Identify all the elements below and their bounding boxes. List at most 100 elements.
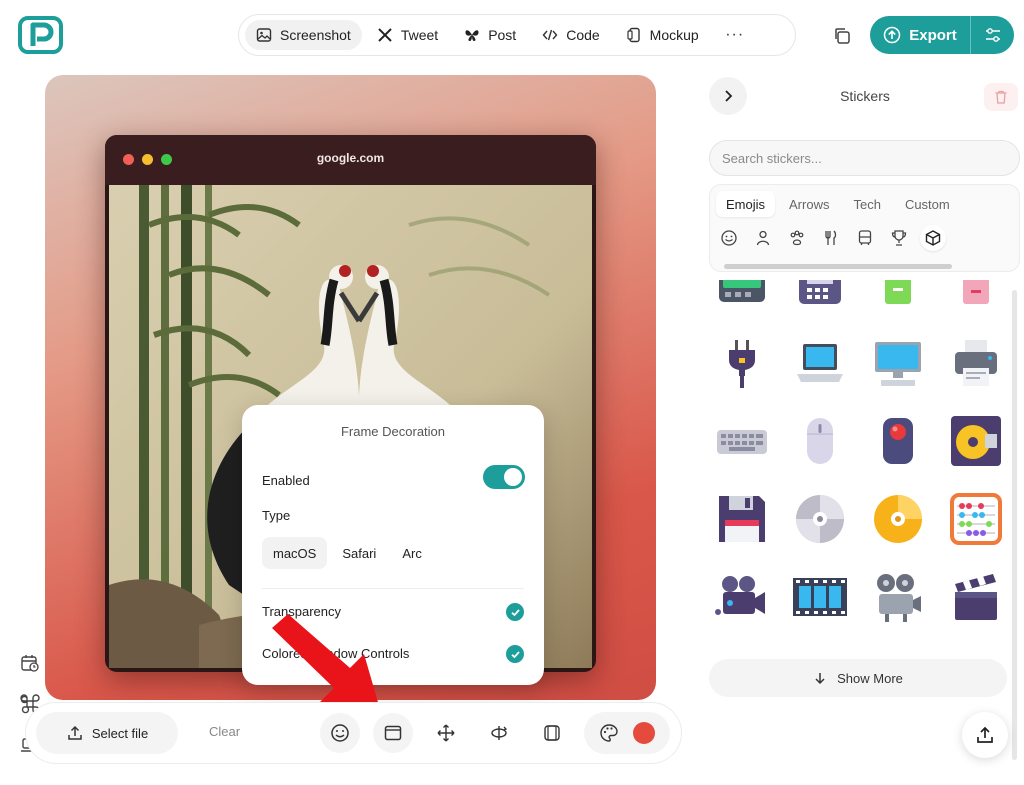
clear-button[interactable]: Clear xyxy=(209,724,240,739)
smiley-icon xyxy=(331,724,349,742)
tab-post-label: Post xyxy=(488,27,517,43)
delete-button[interactable] xyxy=(984,83,1018,111)
smiley-icon xyxy=(721,230,737,246)
frame-tool-button[interactable] xyxy=(373,713,413,753)
export-settings-button[interactable] xyxy=(970,16,1014,54)
category-scrollbar[interactable] xyxy=(724,264,952,269)
abacus-icon[interactable] xyxy=(949,492,1003,546)
calendar-clock-icon[interactable] xyxy=(20,653,40,673)
more-menu-button[interactable]: ··· xyxy=(720,20,750,50)
type-arc-option[interactable]: Arc xyxy=(391,537,433,569)
emoji-group-animals[interactable] xyxy=(784,225,810,251)
type-safari-option[interactable]: Safari xyxy=(331,537,387,569)
film-projector-icon[interactable] xyxy=(871,570,925,624)
battery-green-icon[interactable] xyxy=(871,280,925,312)
rotate-tool-button[interactable] xyxy=(479,713,519,753)
tab-mockup-label: Mockup xyxy=(649,27,699,43)
minidisc-icon[interactable] xyxy=(949,414,1003,468)
floppy-disk-icon[interactable] xyxy=(715,492,769,546)
show-more-label: Show More xyxy=(837,670,903,686)
battery-pink-icon[interactable] xyxy=(949,280,1003,312)
cube-icon xyxy=(925,230,941,246)
computer-mouse-icon[interactable] xyxy=(793,414,847,468)
transparency-checkbox[interactable] xyxy=(506,603,524,621)
popup-title: Frame Decoration xyxy=(340,424,446,439)
collapse-panel-button[interactable] xyxy=(709,77,747,115)
emoji-group-icons xyxy=(716,225,946,251)
tab-emojis[interactable]: Emojis xyxy=(716,191,776,217)
trackball-icon[interactable] xyxy=(871,414,925,468)
fax-machine-icon[interactable] xyxy=(793,280,847,312)
app-logo xyxy=(18,16,63,54)
check-icon xyxy=(510,650,520,658)
optical-disc-icon[interactable] xyxy=(793,492,847,546)
color-swatch[interactable] xyxy=(633,722,655,744)
utensils-icon xyxy=(825,230,837,245)
trash-icon xyxy=(995,90,1007,104)
upload-icon xyxy=(68,725,82,740)
tab-mockup[interactable]: Mockup xyxy=(615,20,710,50)
trophy-icon xyxy=(891,230,907,246)
emoji-group-activities[interactable] xyxy=(886,225,912,251)
upload-circle-icon xyxy=(883,26,901,44)
sticker-categories: Emojis Arrows Tech Custom xyxy=(709,184,1020,272)
copy-button[interactable] xyxy=(828,22,856,50)
keyboard-icon[interactable] xyxy=(715,414,769,468)
mode-tabs: Screenshot Tweet Post Code Mockup ··· xyxy=(238,14,796,56)
tab-post[interactable]: Post xyxy=(453,20,527,50)
frame-icon xyxy=(384,725,402,741)
check-icon xyxy=(510,608,520,616)
tab-tweet[interactable]: Tweet xyxy=(366,20,449,50)
3d-box-icon xyxy=(544,725,560,741)
movie-camera-icon[interactable] xyxy=(715,570,769,624)
category-tabs: Emojis Arrows Tech Custom xyxy=(716,191,960,217)
paw-icon xyxy=(790,230,804,246)
type-macos-option[interactable]: macOS xyxy=(262,537,328,569)
printer-icon[interactable] xyxy=(949,336,1003,390)
dvd-icon[interactable] xyxy=(871,492,925,546)
emoji-group-objects[interactable] xyxy=(920,225,946,251)
tab-screenshot[interactable]: Screenshot xyxy=(245,20,362,50)
clapper-board-icon[interactable] xyxy=(949,570,1003,624)
tab-custom[interactable]: Custom xyxy=(895,191,960,217)
tab-code[interactable]: Code xyxy=(531,20,610,50)
colored-controls-checkbox[interactable] xyxy=(506,645,524,663)
person-icon xyxy=(756,230,770,246)
upload-sticker-button[interactable] xyxy=(962,712,1008,758)
sticker-search-input[interactable] xyxy=(709,140,1020,176)
palette-icon xyxy=(600,724,618,742)
sticker-grid xyxy=(709,280,1009,652)
export-button[interactable]: Export xyxy=(870,16,970,54)
panel-title: Stickers xyxy=(840,88,890,104)
emoji-group-people[interactable] xyxy=(750,225,776,251)
select-file-button[interactable]: Select file xyxy=(36,712,178,754)
export-label: Export xyxy=(909,26,957,44)
move-tool-button[interactable] xyxy=(426,713,466,753)
emoji-group-food[interactable] xyxy=(818,225,844,251)
pager-icon[interactable] xyxy=(715,280,769,312)
film-frames-icon[interactable] xyxy=(793,570,847,624)
tab-tech[interactable]: Tech xyxy=(843,191,890,217)
phone-icon xyxy=(627,27,640,43)
rotate-icon xyxy=(491,726,508,740)
move-icon xyxy=(437,724,455,742)
enabled-toggle[interactable] xyxy=(483,465,525,489)
tab-tweet-label: Tweet xyxy=(400,27,439,43)
electric-plug-icon[interactable] xyxy=(715,336,769,390)
emoji-group-smileys[interactable] xyxy=(716,225,742,251)
show-more-button[interactable]: Show More xyxy=(709,659,1007,697)
export-button-group: Export xyxy=(870,16,1014,54)
sticker-scrollbar[interactable] xyxy=(1012,290,1017,760)
stickers-tool-button[interactable] xyxy=(320,713,360,753)
color-picker-group[interactable] xyxy=(584,712,670,754)
3d-tool-button[interactable] xyxy=(532,713,572,753)
x-logo-icon xyxy=(378,28,392,42)
emoji-group-travel[interactable] xyxy=(852,225,878,251)
browser-url: google.com xyxy=(316,151,385,165)
chevron-right-icon xyxy=(725,90,733,102)
laptop-icon[interactable] xyxy=(793,336,847,390)
desktop-computer-icon[interactable] xyxy=(871,336,925,390)
tab-arrows[interactable]: Arrows xyxy=(779,191,839,217)
image-icon xyxy=(256,28,272,42)
sliders-icon xyxy=(985,28,1000,42)
